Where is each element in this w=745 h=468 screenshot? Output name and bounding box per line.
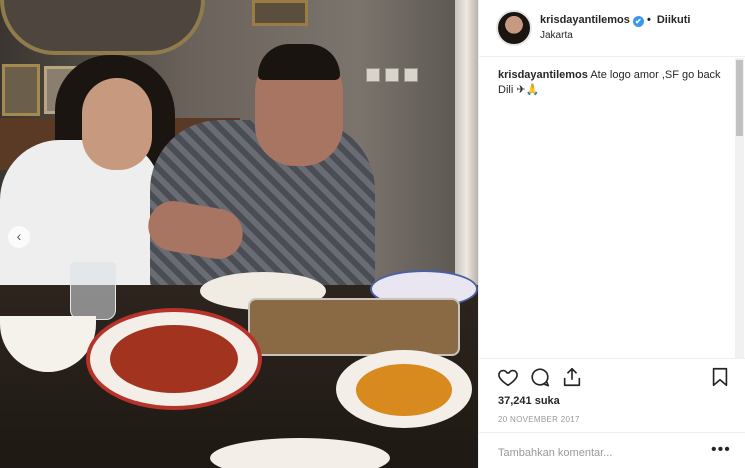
post-header: krisdayantilemos ✔ • Diikuti Jakarta: [479, 0, 745, 57]
photo-water-glass: [70, 262, 116, 320]
likes-count[interactable]: 37,241 suka: [498, 395, 560, 407]
scrollbar-thumb[interactable]: [736, 60, 743, 136]
photo-food-tray: [248, 298, 460, 356]
actions-divider: [479, 358, 745, 359]
avatar[interactable]: [496, 10, 532, 46]
comment-input[interactable]: [498, 447, 698, 459]
follow-status-button[interactable]: Diikuti: [657, 14, 691, 26]
more-options-icon[interactable]: •••: [711, 441, 731, 459]
verified-badge-icon: ✔: [632, 16, 644, 27]
caption-username-link[interactable]: krisdayantilemos: [498, 69, 588, 81]
post-date: 20 NOVEMBER 2017: [498, 415, 580, 424]
comment-bar: •••: [479, 432, 745, 468]
photo-curtain: [455, 0, 478, 285]
bookmark-icon[interactable]: [709, 366, 731, 388]
photo-fish: [110, 325, 238, 393]
post-side-panel: krisdayantilemos ✔ • Diikuti Jakarta kris…: [478, 0, 745, 468]
photo-wall-frame: [252, 0, 308, 26]
location-link[interactable]: Jakarta: [540, 30, 573, 41]
photo-picture-frame: [2, 64, 40, 116]
post-author: krisdayantilemos ✔ • Diikuti: [540, 14, 690, 27]
post-photo[interactable]: ‹: [0, 0, 478, 468]
username-link[interactable]: krisdayantilemos: [540, 14, 630, 26]
share-icon[interactable]: [561, 366, 583, 388]
carousel-prev-button[interactable]: ‹: [8, 226, 30, 248]
photo-mirror: [0, 0, 205, 55]
photo-vegetables: [356, 364, 452, 416]
heart-icon[interactable]: [497, 366, 519, 388]
post-caption: krisdayantilemos Ate logo amor ,SF go ba…: [498, 68, 726, 98]
photo-light-switches: [366, 68, 436, 82]
comment-icon[interactable]: [529, 366, 551, 388]
photo-woman-face: [82, 78, 152, 170]
follow-separator: •: [646, 14, 651, 26]
